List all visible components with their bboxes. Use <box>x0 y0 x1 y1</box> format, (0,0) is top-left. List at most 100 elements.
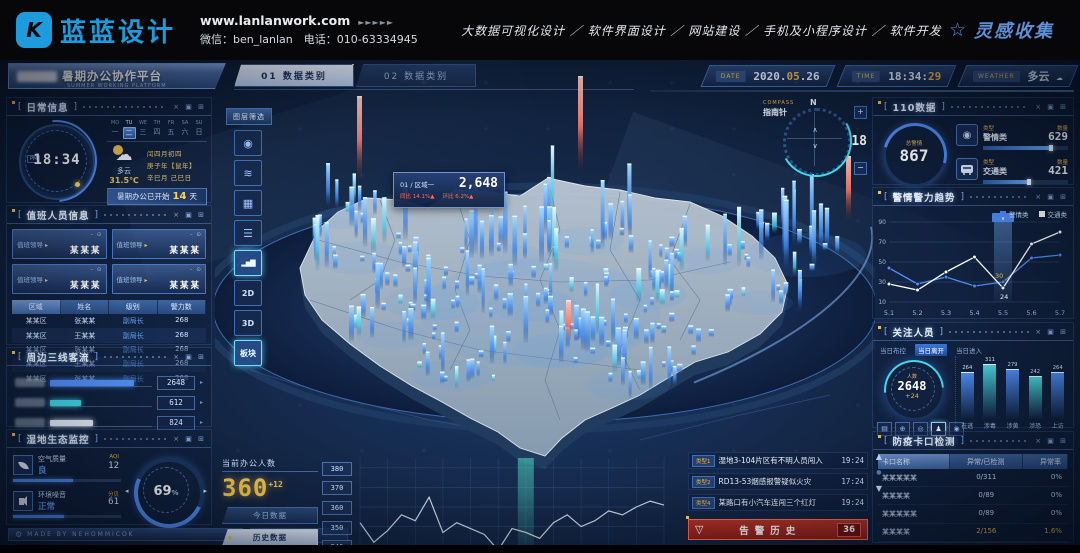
alert-row[interactable]: 类型2RD13-53烟感报警疑似火灾17:24 <box>688 473 868 490</box>
panel-header: [ 值班人员信息 ] × ▣ ⊞ <box>7 206 211 224</box>
grid-icon[interactable]: ▦ <box>234 190 262 216</box>
history-data-button[interactable]: 历史数据 <box>222 529 318 545</box>
alert-row[interactable]: 类型4某路口有小汽车连闯三个红灯19:24 <box>688 494 868 511</box>
flow-bars: 2648▸612▸824▸ <box>7 366 211 429</box>
duty-staff-panel: [ 值班人员信息 ] × ▣ ⊞ 值班领导▸– ⊙某某某值班领导▸– ⊙某某某值… <box>6 205 212 345</box>
duty-leader-card[interactable]: 值班领导▸– ⊙某某某 <box>12 229 107 259</box>
alert-text: 湿地3-104片区有不明人员闯入 <box>719 455 838 466</box>
passenger-flow-panel: [ 周边三线客流 ] × ▣ ⊞ 2648▸612▸824▸ <box>6 347 212 427</box>
focus-tab[interactable]: 当日进入 <box>953 344 985 356</box>
cloud-icon: ☁ <box>116 145 133 165</box>
checkpoint-row: 某某某某0/890% <box>878 487 1068 505</box>
window-controls-icon[interactable]: × ▣ ⊞ <box>173 435 206 443</box>
platform-subtitle: SUMMER WORKING PLATFORM <box>67 83 167 89</box>
weekday-tu[interactable]: TU二 <box>123 120 135 139</box>
layer-button-板块[interactable]: 板块 <box>234 340 262 366</box>
compass-label-cn: 指南针 <box>763 107 787 118</box>
duty-leader-card[interactable]: 值班领导▸– ⊙某某某 <box>12 264 107 294</box>
leaf-icon <box>13 455 33 475</box>
svg-text:+: + <box>855 217 861 225</box>
window-controls-icon[interactable]: × ▣ ⊞ <box>173 103 206 111</box>
camera-icon[interactable]: ◉ <box>234 130 262 156</box>
alarm-type-row: ◉ 类型 警情类 数量 629 <box>956 124 1068 150</box>
window-controls-icon[interactable]: × ▣ ⊞ <box>1035 193 1068 201</box>
alert-time: 17:24 <box>841 477 864 486</box>
duty-leader-card[interactable]: 值班领导▸– ⊙某某某 <box>112 264 207 294</box>
cloud-icon: ☁ <box>1056 70 1063 83</box>
today-data-button[interactable]: 今日数据 <box>222 507 318 524</box>
map-tooltip[interactable]: 01 / 区域一 2,648 同比 14.1%▲环比 6.2%▲ <box>393 172 505 208</box>
focus-bar: 264在逃 <box>958 365 976 430</box>
svg-text:70: 70 <box>878 239 886 246</box>
signal-icon[interactable]: ≋ <box>234 160 262 186</box>
panel-header: [ 警情警力趋势 ] × ▣ ⊞ <box>873 188 1073 206</box>
chevron-down-icon[interactable]: ∨ <box>807 142 823 150</box>
window-controls-icon[interactable]: × ▣ ⊞ <box>1035 437 1068 445</box>
checkpoint-row: 某某某某某0/3110% <box>878 469 1068 487</box>
panel-header: [ 周边三线客流 ] × ▣ ⊞ <box>7 348 211 366</box>
svg-text:5.4: 5.4 <box>969 309 979 317</box>
svg-text:+: + <box>483 125 489 133</box>
weekday-mo[interactable]: MO一 <box>109 120 121 139</box>
window-controls-icon[interactable]: × ▣ ⊞ <box>173 211 206 219</box>
office-count-value: 360+12 <box>222 474 318 502</box>
layer-button-3D[interactable]: 3D <box>234 310 262 336</box>
weather-icon: ☁ 多云 31.5℃ <box>107 145 141 185</box>
gear-icon: ⚙ <box>15 530 22 539</box>
weekday-su[interactable]: SU日 <box>193 120 205 139</box>
services-list: 大数据可视化设计 ／ 软件界面设计 ／ 网站建设 ／ 手机及小程序设计 ／ 软件… <box>454 22 949 39</box>
flow-value: 612 <box>157 396 195 410</box>
duty-leader-card[interactable]: 值班领导▸– ⊙某某某 <box>112 229 207 259</box>
focus-tab[interactable]: 当日离开 <box>915 344 947 356</box>
weekday-fr[interactable]: FR五 <box>165 120 177 139</box>
bar-chart-icon[interactable]: ▂▅▇ <box>234 250 262 276</box>
flow-bar-row: 612▸ <box>15 396 203 409</box>
flow-line-label-blurred <box>15 398 45 407</box>
compass-label-en: COMPASS <box>763 100 794 106</box>
alert-scrollbar: ▲ ● ▼ <box>876 452 882 493</box>
svg-text:+: + <box>793 79 799 87</box>
svg-text:30: 30 <box>878 279 886 286</box>
svg-text:+: + <box>421 79 427 87</box>
office-y-tick: 360 <box>322 501 352 515</box>
traffic-type-row: 类型 交通类 数量 421 <box>956 158 1068 184</box>
alert-time: 19:24 <box>841 456 864 465</box>
list-icon[interactable]: ☰ <box>234 220 262 246</box>
platform-title-block: 暑期办公协作平台 SUMMER WORKING PLATFORM <box>8 63 226 89</box>
duty-leader-name: 某某某 <box>70 279 102 291</box>
alert-history-button[interactable]: ▽! 告警历史 36 <box>688 519 868 540</box>
zoom-in-button[interactable]: + <box>854 106 867 119</box>
lanlan-logo-icon: K <box>16 12 52 48</box>
alert-type-badge: 类型1 <box>692 455 715 467</box>
noise-status: 正常 <box>38 500 66 512</box>
weekday-th[interactable]: TH四 <box>151 120 163 139</box>
weekday-sa[interactable]: SA六 <box>179 120 191 139</box>
inspiration-collect-button[interactable]: ☆ 灵感收集 <box>949 17 1054 43</box>
chevron-up-icon[interactable]: ∧ <box>807 126 823 134</box>
duty-leader-name: 某某某 <box>169 279 201 291</box>
svg-text:+: + <box>731 125 737 133</box>
office-y-tick: 350 <box>322 521 352 535</box>
window-controls-icon[interactable]: × ▣ ⊞ <box>1035 103 1068 111</box>
scroll-dot-icon[interactable]: ● <box>876 469 881 476</box>
lanlan-logo-text: 蓝蓝设计 <box>60 12 176 49</box>
scroll-down-icon[interactable]: ▼ <box>876 484 882 493</box>
svg-text:5.7: 5.7 <box>1055 309 1065 317</box>
days-count: 14 <box>173 191 187 202</box>
focus-bar: 311涉毒 <box>981 357 999 430</box>
zoom-out-button[interactable]: − <box>854 162 867 175</box>
flow-bar-row: 824▸ <box>15 416 203 429</box>
wetland-eco-panel: [ 湿地生态监控 ] × ▣ ⊞ 空气质量良 AQI12 环境噪音正常 分贝61 <box>6 429 212 525</box>
focus-tab[interactable]: 当日布控 <box>877 344 909 356</box>
window-controls-icon[interactable]: × ▣ ⊞ <box>1035 328 1068 336</box>
alert-row[interactable]: 类型1 湿地3-104片区有不明人员闯入19:24 <box>688 452 868 469</box>
scroll-up-icon[interactable]: ▲ <box>876 452 882 461</box>
weekday-we[interactable]: WE三 <box>137 120 149 139</box>
card-icons: – ⊙ <box>190 232 202 238</box>
layer-button-2D[interactable]: 2D <box>234 280 262 306</box>
tooltip-stats: 同比 14.1%▲环比 6.2%▲ <box>400 192 498 200</box>
svg-text:+: + <box>235 79 241 87</box>
speaker-icon <box>13 491 33 511</box>
window-controls-icon[interactable]: × ▣ ⊞ <box>173 353 206 361</box>
blurred-logo <box>17 71 57 82</box>
